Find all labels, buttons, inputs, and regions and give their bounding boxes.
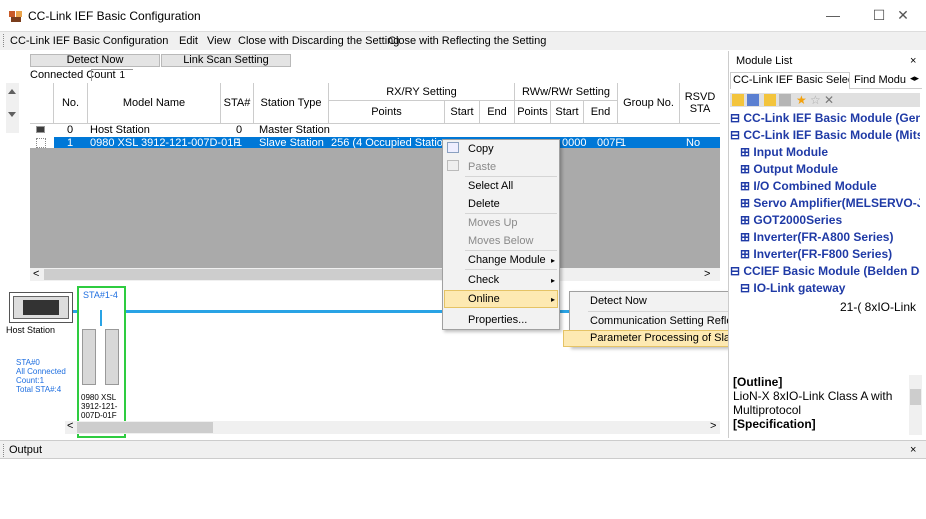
submenu-arrow-icon: ▸ [551, 276, 556, 285]
scroll-thumb[interactable] [44, 269, 444, 280]
header-rww: RWw/RWr Setting [515, 83, 618, 101]
header-group: Group No. [618, 83, 680, 124]
link-scan-setting-button[interactable]: Link Scan Setting [161, 54, 291, 67]
scroll-left-icon[interactable]: < [33, 268, 39, 280]
module-list-close-icon[interactable]: × [910, 55, 916, 67]
ctx-copy[interactable]: Copy [468, 143, 494, 155]
header-no: No. [54, 83, 88, 124]
header-model-name: Model Name [88, 83, 221, 124]
minimize-button[interactable]: — [810, 0, 856, 31]
ctx-select-all[interactable]: Select All [468, 180, 513, 192]
header-start2: Start [551, 101, 584, 124]
grip-icon [3, 34, 5, 47]
ctx-paste[interactable]: Paste [468, 161, 496, 173]
tree-item[interactable]: ⊞ Servo Amplifier(MELSERVO-J4 [740, 196, 920, 210]
ctx-delete[interactable]: Delete [468, 198, 500, 210]
module-list-toolbar: ★ ☆ ✕ [730, 93, 920, 107]
favorite-icon[interactable]: ★ [796, 93, 807, 107]
tree-item[interactable]: ⊟ IO-Link gateway [740, 281, 845, 295]
detect-now-button[interactable]: Detect Now [30, 54, 160, 67]
table-empty-area [30, 148, 720, 268]
tree-item[interactable]: ⊞ GOT2000Series [740, 213, 842, 227]
network-info: STA#0 All Connected Count:1 Total STA#:4 [16, 358, 66, 394]
tree-item[interactable]: ⊞ Inverter(FR-F800 Series) [740, 247, 892, 261]
diagram-horizontal-scrollbar[interactable]: < > [65, 420, 720, 434]
scroll-right-icon[interactable]: > [704, 268, 710, 280]
grip-icon [3, 444, 5, 457]
tree-item[interactable]: ⊞ Inverter(FR-A800 Series) [740, 230, 893, 244]
header-start: Start [445, 101, 480, 124]
header-station-type: Station Type [254, 83, 329, 124]
menu-configuration[interactable]: CC-Link IEF Basic Configuration [10, 35, 168, 47]
header-end2: End [584, 101, 618, 124]
slave-row-icon [36, 138, 46, 148]
scroll-up-icon[interactable] [8, 89, 16, 94]
sub-detect-now[interactable]: Detect Now [590, 295, 647, 307]
output-title: Output [9, 444, 43, 456]
collapse-icon[interactable] [779, 94, 791, 106]
paste-icon [447, 160, 459, 171]
sort-desc-icon[interactable] [747, 94, 759, 106]
submenu-arrow-icon: ▸ [551, 256, 556, 265]
menu-edit[interactable]: Edit [179, 35, 198, 47]
ctx-moves-below[interactable]: Moves Below [468, 235, 533, 247]
close-button[interactable]: ✕ [880, 0, 926, 31]
output-panel [0, 460, 926, 519]
header-rsvd: RSVD STA [680, 83, 720, 124]
tab-scroll-icon[interactable]: ◂▸ [910, 73, 919, 84]
sta-range-label: STA#1-4 [83, 290, 118, 300]
header-points: Points [329, 101, 445, 124]
tree-item[interactable]: ⊟ CC-Link IEF Basic Module (Mitsu [730, 128, 920, 142]
module-list-title: Module List [736, 55, 793, 67]
host-station-label: Host Station [6, 325, 56, 335]
tree-item[interactable]: ⊞ Input Module [740, 145, 828, 159]
drop-line [100, 310, 102, 326]
tree-item[interactable]: ⊟ CCIEF Basic Module (Belden Deu [730, 264, 920, 278]
output-close-icon[interactable]: × [910, 444, 916, 456]
expand-icon[interactable] [764, 94, 776, 106]
tree-item-partial[interactable]: 21-( 8xIO-Link C [840, 300, 920, 314]
sort-icon[interactable] [732, 94, 744, 106]
io-link-device-icon [105, 329, 119, 385]
tree-item[interactable]: ⊟ CC-Link IEF Basic Module (Gene [730, 111, 920, 125]
tab-find-module[interactable]: Find Modu [852, 73, 910, 89]
device-label: 0980 XSL 3912-121- 007D-01F [81, 393, 118, 420]
host-row-icon [36, 126, 45, 133]
host-station-device[interactable] [9, 292, 73, 323]
copy-icon [447, 142, 459, 153]
header-sta: STA# [221, 83, 254, 124]
window-title: CC-Link IEF Basic Configuration [28, 9, 201, 23]
connected-count-value: 1 [91, 69, 133, 81]
io-link-device-icon [82, 329, 96, 385]
menu-close-discard[interactable]: Close with Discarding the Setting [238, 35, 399, 47]
menu-view[interactable]: View [207, 35, 231, 47]
table-vertical-scrollbar[interactable] [6, 83, 19, 133]
header-points2: Points [515, 101, 551, 124]
tab-basic-selection[interactable]: CC-Link IEF Basic Selection [730, 72, 850, 89]
table-row[interactable]: 0 Host Station 0 Master Station [30, 124, 720, 136]
add-favorite-icon[interactable]: ☆ [810, 93, 821, 107]
submenu-arrow-icon: ▸ [551, 295, 556, 304]
module-list-tabs: CC-Link IEF Basic Selection Find Modu ◂▸ [730, 72, 922, 89]
output-bar [0, 440, 926, 459]
scroll-down-icon[interactable] [8, 112, 16, 117]
ctx-properties[interactable]: Properties... [468, 314, 527, 326]
remove-icon[interactable]: ✕ [824, 93, 834, 107]
tree-item[interactable]: ⊞ Output Module [740, 162, 838, 176]
description-scrollbar[interactable] [909, 375, 922, 435]
module-tree: ⊟ CC-Link IEF Basic Module (Gene ⊟ CC-Li… [728, 108, 920, 368]
tree-item[interactable]: ⊞ I/O Combined Module [740, 179, 877, 193]
app-icon [9, 11, 22, 22]
module-description: [Outline] LioN-X 8xIO-Link Class A with … [733, 375, 893, 431]
ctx-online[interactable]: Online [468, 293, 500, 305]
ctx-moves-up[interactable]: Moves Up [468, 217, 518, 229]
menu-close-reflect[interactable]: Close with Reflecting the Setting [388, 35, 546, 47]
header-rxry: RX/RY Setting [329, 83, 515, 101]
ctx-change-module[interactable]: Change Module [468, 254, 546, 266]
ctx-check[interactable]: Check [468, 274, 499, 286]
context-menu: Copy Paste Select All Delete Moves Up Mo… [442, 139, 560, 330]
header-end: End [480, 101, 515, 124]
